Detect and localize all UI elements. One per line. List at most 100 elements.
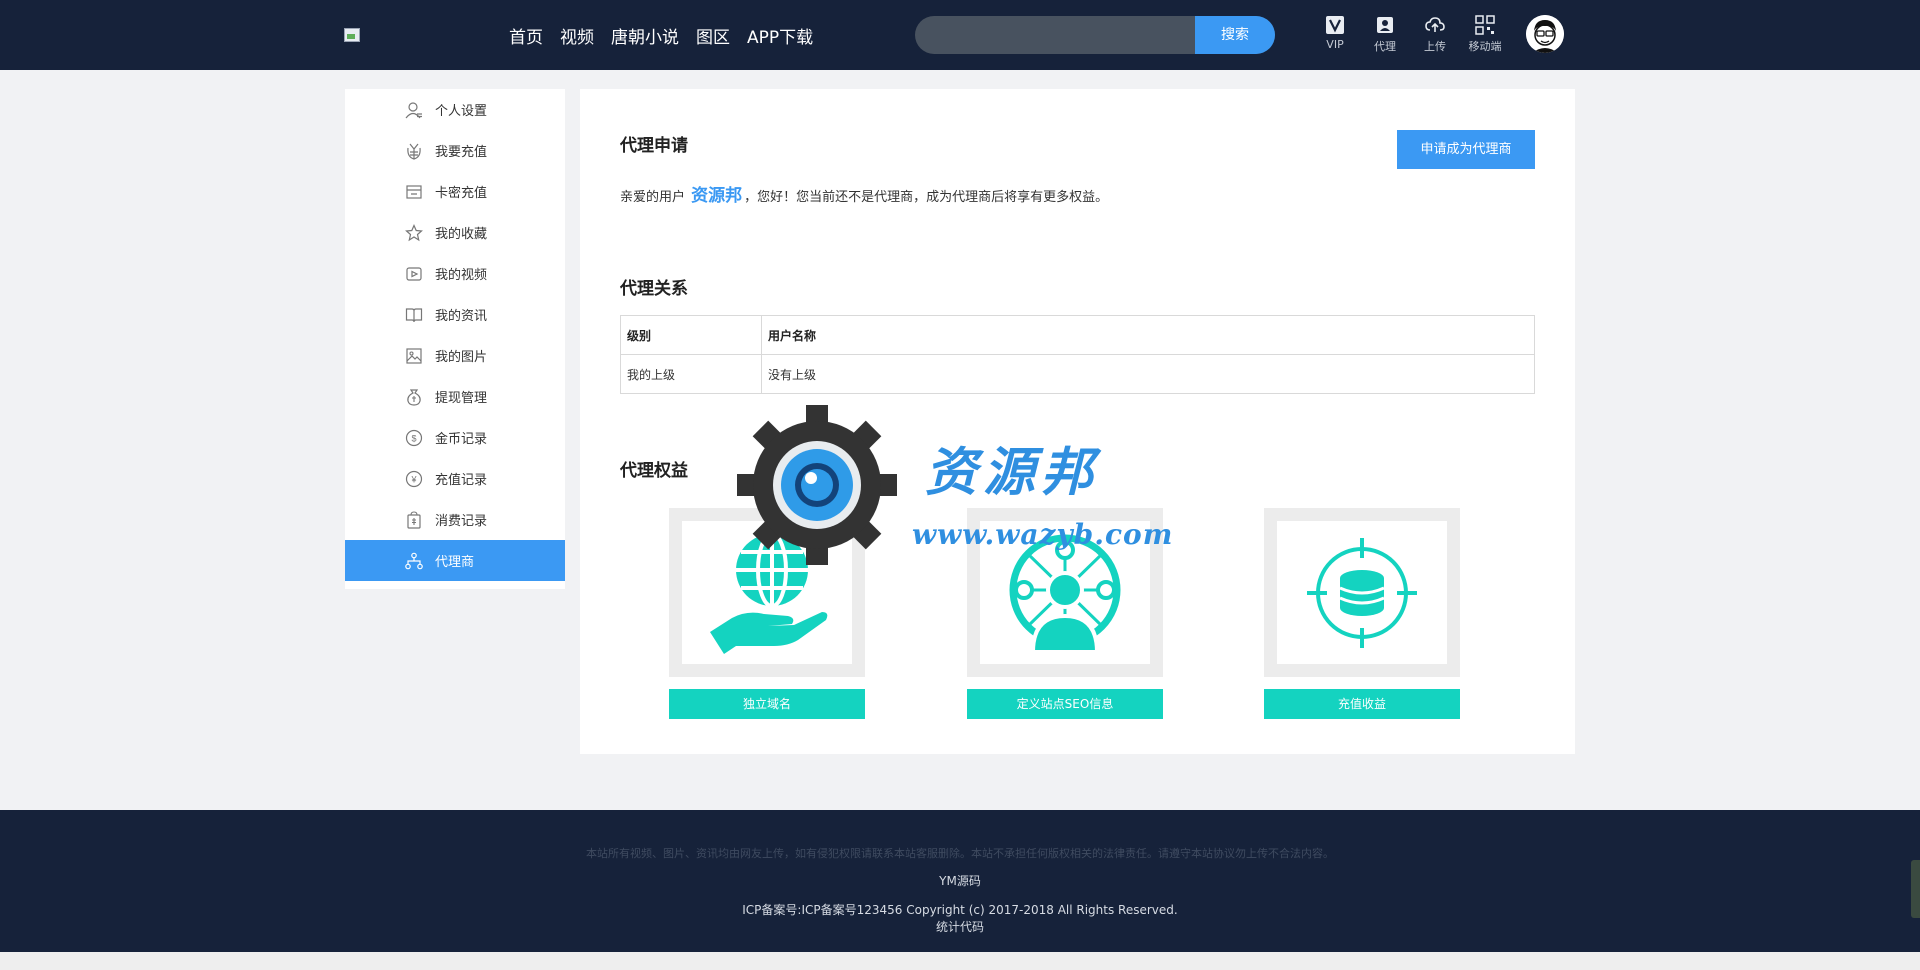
sidebar-item-label: 提现管理 (435, 391, 488, 406)
benefit-image (1264, 508, 1460, 677)
sidebar-item-recharge-records[interactable]: ¥ 充值记录 (345, 458, 565, 499)
svg-text:$: $ (411, 433, 416, 443)
benefit-label: 定义站点SEO信息 (967, 689, 1163, 719)
tool-mobile[interactable]: 移动端 (1460, 15, 1510, 54)
sidebar-item-label: 卡密充值 (435, 186, 488, 201)
coins-target-icon (1307, 537, 1417, 648)
agent-panel: 代理申请 申请成为代理商 亲爱的用户 资源邦 ，您好！您当前还不是代理商，成为代理… (580, 89, 1575, 754)
table-cell: 我的上级 (620, 354, 762, 394)
nav-video[interactable]: 视频 (560, 23, 594, 48)
sidebar-item-favorites[interactable]: 我的收藏 (345, 212, 565, 253)
relation-table: 级别 用户名称 我的上级 没有上级 (620, 315, 1535, 394)
greeting-prefix: 亲爱的用户 (620, 190, 686, 205)
greeting-text: 亲爱的用户 资源邦 ，您好！您当前还不是代理商，成为代理商后将享有更多权益。 (620, 181, 1108, 206)
table-header-row: 级别 用户名称 (620, 315, 1535, 355)
apply-section-title: 代理申请 (620, 136, 688, 156)
tool-vip[interactable]: VIP (1310, 15, 1360, 54)
book-icon (405, 306, 423, 324)
benefit-image (669, 508, 865, 677)
benefit-label: 独立域名 (669, 689, 865, 719)
sidebar-item-label: 我的资讯 (435, 309, 488, 324)
tool-agent[interactable]: 代理 (1360, 15, 1410, 54)
benefit-label: 充值收益 (1264, 689, 1460, 719)
video-icon (405, 265, 423, 283)
sidebar-item-label: 我要充值 (435, 145, 488, 160)
column-header: 级别 (620, 315, 762, 355)
benefit-card: 充值收益 (1264, 508, 1460, 719)
sidebar-item-news[interactable]: 我的资讯 (345, 294, 565, 335)
side-float-handle[interactable] (1911, 860, 1920, 918)
sidebar-item-label: 我的图片 (435, 350, 488, 365)
header-tools: VIP 代理 上传 移动端 (1310, 15, 1510, 54)
footer-disclaimer: 本站所有视频、图片、资讯均由网友上传，如有侵犯权限请联系本站客服删除。本站不承担… (586, 847, 1334, 860)
benefits-section-title: 代理权益 (620, 461, 688, 481)
star-icon (405, 223, 423, 242)
benefit-card: 独立域名 (669, 508, 865, 719)
network-icon (405, 552, 423, 570)
top-header: 首页 视频 唐朝小说 图区 APP下载 搜索 VIP 代理 上传 移动端 (0, 0, 1920, 70)
image-icon (405, 347, 423, 365)
sidebar-item-label: 我的视频 (435, 268, 488, 283)
search-button[interactable]: 搜索 (1195, 16, 1275, 54)
qrcode-icon (1475, 15, 1495, 35)
avatar[interactable] (1526, 15, 1564, 53)
globe-hand-icon (710, 531, 828, 654)
watermark-name: 资源邦 (925, 442, 1100, 503)
agent-icon (1377, 17, 1393, 33)
upload-cloud-icon (1425, 17, 1445, 32)
greeting-suffix: ，您好！您当前还不是代理商，成为代理商后将享有更多权益。 (744, 190, 1109, 205)
vip-icon (1326, 16, 1344, 34)
user-avatar-icon (1526, 15, 1564, 53)
site-footer: 本站所有视频、图片、资讯均由网友上传，如有侵犯权限请联系本站客服删除。本站不承担… (0, 810, 1920, 952)
search-bar: 搜索 (915, 16, 1275, 54)
nav-home[interactable]: 首页 (509, 23, 543, 48)
withdraw-icon (405, 388, 423, 406)
sidebar-item-coin-records[interactable]: $ 金币记录 (345, 417, 565, 458)
user-settings-icon (405, 101, 423, 119)
sidebar-item-label: 充值记录 (435, 473, 488, 488)
tool-label: 移动端 (1468, 40, 1502, 53)
card-icon (405, 183, 423, 201)
table-cell: 没有上级 (761, 354, 1535, 394)
sidebar-item-videos[interactable]: 我的视频 (345, 253, 565, 294)
main-nav: 首页 视频 唐朝小说 图区 APP下载 (509, 23, 830, 48)
bottom-strip (0, 952, 1920, 970)
bag-icon (405, 510, 423, 529)
coin-icon: $ (405, 429, 423, 447)
yuan-icon: ¥ (405, 470, 423, 488)
table-row: 我的上级 没有上级 (620, 354, 1535, 394)
footer-stats-code: 统计代码 (935, 920, 984, 934)
sidebar-item-profile[interactable]: 个人设置 (345, 89, 565, 130)
nav-gallery[interactable]: 图区 (696, 23, 730, 48)
apply-agent-button[interactable]: 申请成为代理商 (1397, 130, 1535, 169)
sidebar-item-recharge[interactable]: 我要充值 (345, 130, 565, 171)
broken-image-icon (344, 28, 360, 42)
tool-label: 上传 (1424, 40, 1446, 53)
user-center-sidebar: 个人设置 我要充值 卡密充值 我的收藏 我的视频 我的资讯 我的图片 提现管理 … (345, 89, 565, 589)
sidebar-item-card-recharge[interactable]: 卡密充值 (345, 171, 565, 212)
sidebar-item-images[interactable]: 我的图片 (345, 335, 565, 376)
footer-copyright: ICP备案号:ICP备案号123456 Copyright (c) 2017-2… (742, 903, 1178, 917)
sidebar-item-label: 我的收藏 (435, 227, 488, 242)
sidebar-item-label: 消费记录 (435, 514, 488, 529)
sidebar-item-spend-records[interactable]: 消费记录 (345, 499, 565, 540)
tool-label: 代理 (1374, 40, 1396, 53)
watermark-url: www.wazyb.com (912, 518, 1174, 551)
sidebar-item-withdraw[interactable]: 提现管理 (345, 376, 565, 417)
svg-text:¥: ¥ (410, 474, 417, 484)
sidebar-item-label: 金币记录 (435, 432, 488, 447)
tool-upload[interactable]: 上传 (1410, 15, 1460, 54)
nav-novel[interactable]: 唐朝小说 (611, 23, 679, 48)
search-input[interactable] (915, 16, 1195, 54)
relation-section-title: 代理关系 (620, 279, 688, 299)
sidebar-item-agent[interactable]: 代理商 (345, 540, 565, 581)
tool-label: VIP (1326, 38, 1344, 51)
nav-app-download[interactable]: APP下载 (747, 23, 813, 48)
username: 资源邦 (691, 186, 743, 206)
site-logo[interactable] (344, 28, 362, 44)
sidebar-item-label: 个人设置 (435, 104, 488, 119)
recharge-icon (405, 142, 423, 160)
sidebar-item-label: 代理商 (435, 555, 475, 570)
footer-brand-link[interactable]: YM源码 (0, 872, 1920, 889)
column-header: 用户名称 (761, 315, 1535, 355)
